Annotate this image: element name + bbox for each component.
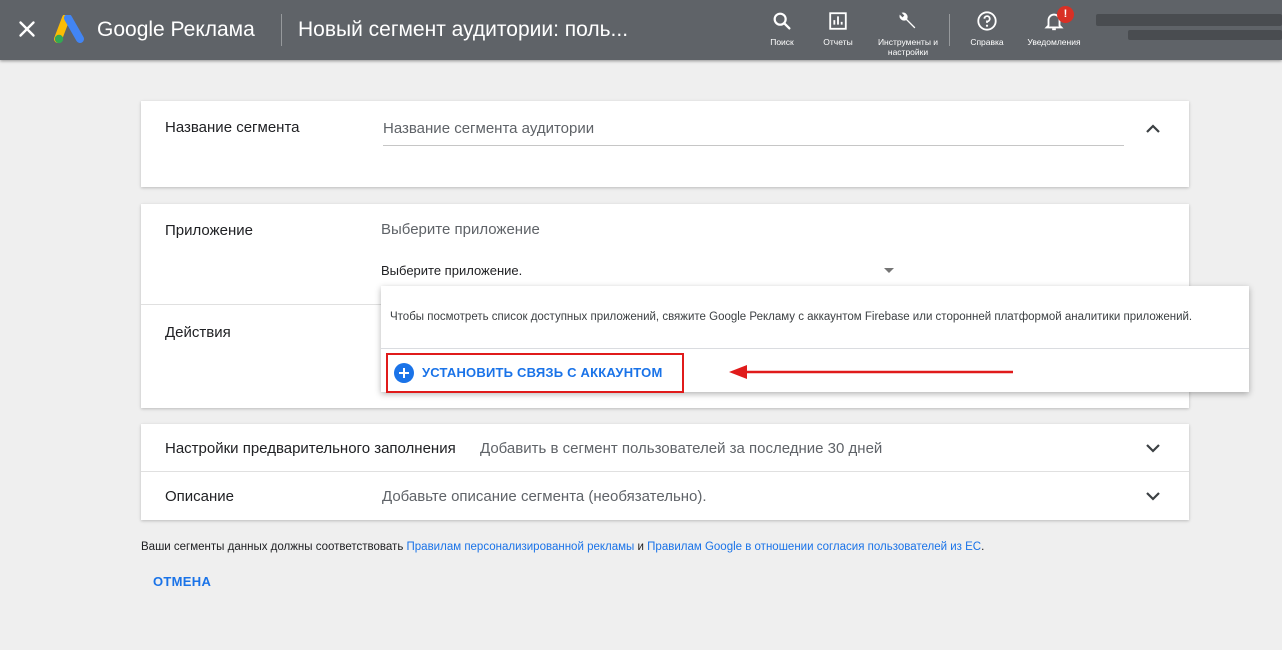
search-button[interactable]: Поиск xyxy=(751,10,813,47)
description-input[interactable]: Добавьте описание сегмента (необязательн… xyxy=(382,488,707,505)
app-hint: Выберите приложение xyxy=(381,221,540,238)
notifications-label: Уведомления xyxy=(1027,37,1081,47)
dropdown-arrow-icon[interactable] xyxy=(884,268,894,273)
prefill-label: Настройки предварительного заполнения xyxy=(165,440,456,457)
section-divider xyxy=(141,304,381,305)
segment-name-label: Название сегмента xyxy=(165,119,300,136)
cancel-button[interactable]: ОТМЕНА xyxy=(153,574,211,589)
notification-badge: ! xyxy=(1057,6,1074,23)
add-circle-icon xyxy=(394,363,414,383)
help-button[interactable]: Справка xyxy=(956,10,1018,47)
policy-end: . xyxy=(981,541,985,553)
search-label: Поиск xyxy=(770,37,794,47)
page-title: Новый сегмент аудитории: поль... xyxy=(298,18,629,41)
section-divider xyxy=(141,471,1189,472)
reports-icon xyxy=(829,12,847,30)
prefill-value[interactable]: Добавить в сегмент пользователей за посл… xyxy=(480,440,882,457)
notifications-button[interactable]: ! Уведомления xyxy=(1023,6,1085,47)
segment-name-input[interactable]: Название сегмента аудитории xyxy=(383,120,594,137)
top-app-bar: Google Реклама Новый сегмент аудитории: … xyxy=(0,0,1282,60)
app-label: Приложение xyxy=(165,222,253,239)
reports-label: Отчеты xyxy=(823,37,853,47)
popup-divider xyxy=(381,348,1249,349)
search-icon xyxy=(773,12,791,30)
popup-message: Чтобы посмотреть список доступных прилож… xyxy=(390,311,1193,323)
prefill-description-card: Настройки предварительного заполнения До… xyxy=(141,424,1189,520)
personalized-ads-policy-link[interactable]: Правилам персонализированной рекламы xyxy=(407,541,635,553)
app-select[interactable]: Выберите приложение. xyxy=(381,263,522,278)
input-underline xyxy=(383,145,1124,146)
account-id-redacted xyxy=(1128,30,1282,40)
chevron-up-icon[interactable] xyxy=(1141,117,1165,141)
eu-consent-policy-link[interactable]: Правилам Google в отношении согласия пол… xyxy=(647,541,981,553)
account-info-redacted[interactable] xyxy=(1096,14,1282,26)
link-account-label: УСТАНОВИТЬ СВЯЗЬ С АККАУНТОМ xyxy=(422,365,663,380)
policy-conjunction: и xyxy=(637,541,644,553)
chevron-down-icon[interactable] xyxy=(1141,484,1165,508)
google-ads-logo-icon xyxy=(54,15,84,44)
policy-text: Ваши сегменты данных должны соответствов… xyxy=(141,541,404,553)
header-divider xyxy=(281,14,282,46)
tools-label: Инструменты и настройки xyxy=(877,37,939,57)
link-account-button[interactable]: УСТАНОВИТЬ СВЯЗЬ С АККАУНТОМ xyxy=(386,353,684,393)
tools-button[interactable]: Инструменты и настройки xyxy=(877,10,939,57)
header-divider xyxy=(949,14,950,46)
chevron-down-icon[interactable] xyxy=(1141,436,1165,460)
description-label: Описание xyxy=(165,488,235,505)
reports-button[interactable]: Отчеты xyxy=(807,10,869,47)
annotation-arrow-icon xyxy=(729,365,1013,379)
wrench-icon xyxy=(899,12,916,29)
help-label: Справка xyxy=(970,37,1004,47)
policy-notice: Ваши сегменты данных должны соответствов… xyxy=(141,541,984,553)
help-icon xyxy=(977,11,997,31)
actions-label: Действия xyxy=(165,324,231,341)
brand-name: Google Реклама xyxy=(97,18,255,41)
segment-name-card: Название сегмента Название сегмента ауди… xyxy=(141,101,1189,187)
close-icon[interactable] xyxy=(14,16,40,42)
